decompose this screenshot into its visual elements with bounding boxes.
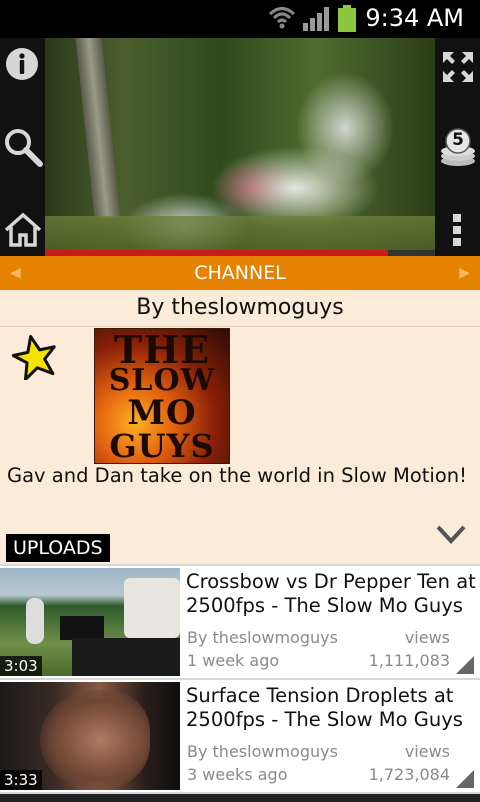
video-frame[interactable] [45, 38, 435, 256]
info-icon [6, 48, 38, 80]
video-duration: 3:03 [0, 656, 42, 676]
uploads-section-label: UPLOADS [6, 534, 110, 562]
player-right-controls: 5 [435, 38, 480, 256]
list-item[interactable]: 3:33 Surface Tension Droplets at 2500fps… [0, 678, 480, 794]
video-title[interactable]: Crossbow vs Dr Pepper Ten at 2500fps - T… [186, 570, 476, 618]
search-icon [5, 129, 43, 167]
video-age: 3 weeks ago [187, 765, 288, 784]
status-bar: 9:34 AM [0, 0, 480, 38]
player-left-controls [0, 38, 45, 256]
views-label: views [404, 628, 450, 647]
channel-header-bar: ◀ CHANNEL ▶ [0, 256, 480, 290]
list-item[interactable]: 3:03 Crossbow vs Dr Pepper Ten at 2500fp… [0, 564, 480, 680]
item-menu-corner-icon[interactable] [456, 656, 474, 674]
channel-byline: By theslowmoguys [0, 290, 480, 327]
uploads-list: 3:03 Crossbow vs Dr Pepper Ten at 2500fp… [0, 564, 480, 802]
video-content [75, 38, 121, 218]
view-count: 1,111,083 [368, 651, 450, 670]
next-list-item-edge [0, 792, 480, 802]
favorite-star-icon[interactable] [12, 334, 58, 380]
video-title[interactable]: Surface Tension Droplets at 2500fps - Th… [186, 684, 476, 732]
video-duration: 3:33 [0, 770, 42, 790]
item-menu-corner-icon[interactable] [456, 770, 474, 788]
overflow-menu-icon [453, 214, 461, 246]
status-time: 9:34 AM [365, 4, 464, 32]
signal-icon [303, 7, 329, 31]
channel-info: By theslowmoguys THE SLOW MO GUYS Gav an… [0, 290, 480, 564]
fullscreen-icon [443, 52, 473, 82]
video-thumbnail[interactable]: 3:03 [0, 568, 180, 676]
battery-icon [338, 5, 356, 32]
overflow-menu-button[interactable] [443, 210, 471, 250]
wifi-icon [268, 7, 296, 29]
channel-description: Gav and Dan take on the world in Slow Mo… [7, 464, 467, 487]
channel-logo-line-4: GUYS [109, 427, 215, 464]
home-icon [4, 212, 42, 247]
queue-button[interactable]: 5 [438, 126, 478, 170]
fullscreen-button[interactable] [439, 48, 477, 86]
search-button[interactable] [2, 126, 44, 168]
channel-tab-label: CHANNEL [194, 262, 286, 284]
queue-count: 5 [452, 130, 464, 150]
chevron-down-icon[interactable] [436, 524, 466, 546]
views-label: views [404, 742, 450, 761]
view-count: 1,723,084 [368, 765, 450, 784]
video-age: 1 week ago [187, 651, 280, 670]
next-page-arrow-icon[interactable]: ▶ [459, 256, 470, 290]
video-uploader: By theslowmoguys [187, 742, 338, 761]
video-thumbnail[interactable]: 3:33 [0, 682, 180, 790]
info-button[interactable] [4, 46, 40, 82]
video-player[interactable]: 5 [0, 38, 480, 256]
home-button[interactable] [2, 210, 44, 250]
channel-logo: THE SLOW MO GUYS [94, 328, 230, 464]
video-uploader: By theslowmoguys [187, 628, 338, 647]
